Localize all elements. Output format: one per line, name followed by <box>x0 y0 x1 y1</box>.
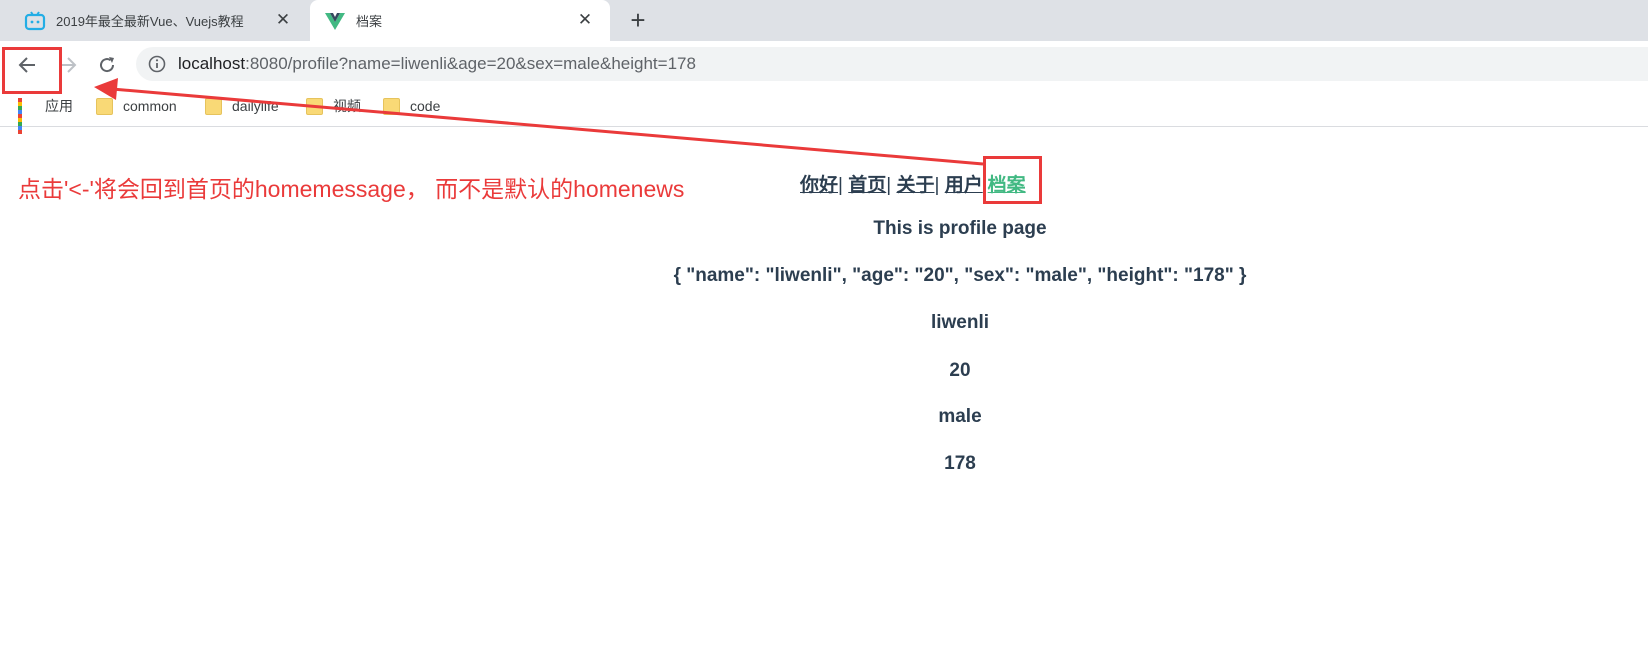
profile-height: 178 <box>0 453 1648 475</box>
bookmark-video[interactable]: 视频 <box>306 94 361 118</box>
profile-sex-text: male <box>938 406 982 427</box>
url-text: localhost:8080/profile?name=liwenli&age=… <box>178 54 696 74</box>
close-icon[interactable]: ✕ <box>576 11 594 29</box>
profile-age: 20 <box>0 360 1648 382</box>
bookmarks-bar: 应用 common dailylife 视频 code <box>0 86 1648 134</box>
url-host: localhost <box>178 54 246 73</box>
page-heading: This is profile page <box>0 218 1648 240</box>
info-icon[interactable] <box>148 55 166 73</box>
reload-icon[interactable] <box>93 51 121 79</box>
bookmark-code[interactable]: code <box>383 94 440 118</box>
bookmark-label: common <box>123 98 177 114</box>
toolbar: localhost:8080/profile?name=liwenli&age=… <box>0 41 1648 86</box>
url-rest: :8080/profile?name=liwenli&age=20&sex=ma… <box>245 54 696 73</box>
nav-separator: | <box>934 175 940 196</box>
profile-age-text: 20 <box>949 360 971 381</box>
nav-separator: | <box>886 175 892 196</box>
nav-link-hello[interactable]: 你好 <box>800 175 838 196</box>
profile-name: liwenli <box>0 312 1648 334</box>
profile-height-text: 178 <box>944 453 976 474</box>
bookmark-apps[interactable]: 应用 <box>18 94 73 134</box>
folder-icon <box>383 97 400 115</box>
profile-sex: male <box>0 406 1648 428</box>
bookmark-label: dailylife <box>232 98 279 114</box>
bookmark-label: 应用 <box>45 98 73 114</box>
nav-link-home[interactable]: 首页 <box>848 175 886 196</box>
address-bar[interactable]: localhost:8080/profile?name=liwenli&age=… <box>136 47 1648 81</box>
profile-name-text: liwenli <box>930 312 990 333</box>
browser-window: 2019年最全最新Vue、Vuejs教程 ✕ 档案 ✕ + localhost:… <box>0 0 1648 661</box>
tab-title: 2019年最全最新Vue、Vuejs教程 <box>56 14 244 29</box>
tab-profile[interactable]: 档案 ✕ <box>310 0 610 41</box>
plus-icon[interactable]: + <box>624 6 652 34</box>
folder-icon <box>96 97 113 115</box>
annotation-note: 点击'<-'将会回到首页的homemessage， 而不是默认的homenews <box>18 176 685 202</box>
tab-strip: 2019年最全最新Vue、Vuejs教程 ✕ 档案 ✕ + <box>0 0 1648 41</box>
query-json-text: { "name": "liwenli", "age": "20", "sex":… <box>673 265 1247 286</box>
tab-vue-tutorial[interactable]: 2019年最全最新Vue、Vuejs教程 ✕ <box>8 0 308 41</box>
tab-title: 档案 <box>356 14 383 29</box>
folder-icon <box>205 97 222 115</box>
close-icon[interactable]: ✕ <box>274 11 292 29</box>
bookmark-label: 视频 <box>333 98 361 114</box>
bookmark-common[interactable]: common <box>96 94 177 118</box>
bookmark-dailylife[interactable]: dailylife <box>205 94 279 118</box>
bookmark-label: code <box>410 98 441 114</box>
highlight-box-back <box>2 47 62 94</box>
nav-link-user[interactable]: 用户 <box>945 175 983 196</box>
vue-icon <box>324 10 346 32</box>
nav-separator: | <box>838 175 843 196</box>
query-json: { "name": "liwenli", "age": "20", "sex":… <box>0 265 1648 287</box>
page-heading-text: This is profile page <box>873 218 1047 239</box>
folder-icon <box>306 97 323 115</box>
apps-grid-icon <box>18 97 35 134</box>
highlight-box-profile <box>983 156 1042 204</box>
bilibili-icon <box>24 10 46 32</box>
nav-link-about[interactable]: 关于 <box>896 175 934 196</box>
